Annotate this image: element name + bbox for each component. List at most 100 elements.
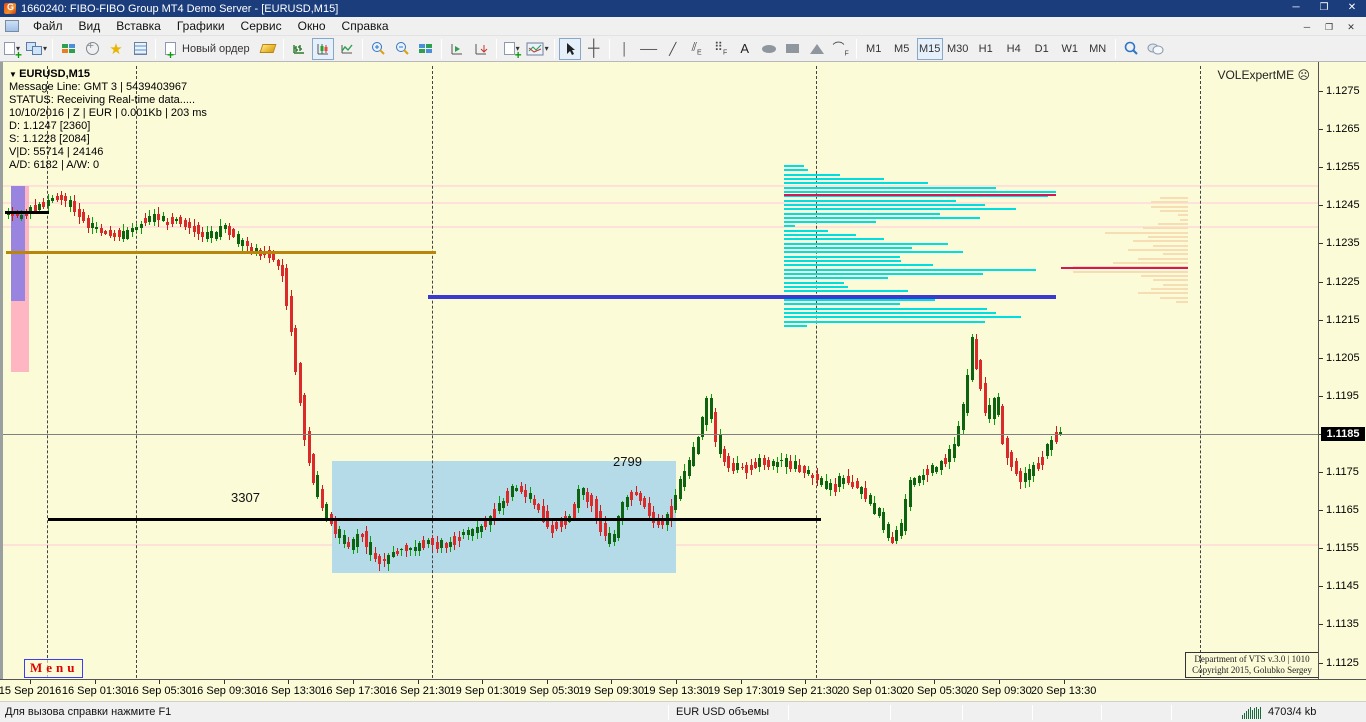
candlestick-chart-button[interactable] [311,37,334,60]
time-tick-label[interactable]: 20 Sep 13:30 [1022,685,1106,697]
time-tick-mark [740,680,742,684]
timeframe-W1[interactable]: W1 [1057,38,1083,60]
fibonacci-expansion-button[interactable]: ⌒F [830,38,852,60]
chart-close-button[interactable]: ✕ [1340,19,1362,34]
equidistant-channel-button[interactable]: ⫽E [686,38,708,60]
candle-body [776,461,779,467]
timeframe-M30[interactable]: M30 [945,38,971,60]
navigator-button[interactable]: ★ [105,38,127,60]
candle-body [484,520,487,528]
volume-bar-right [1141,274,1188,277]
chart-area[interactable]: ▼ EURUSD,M15 Message Line: GMT 3 | 54394… [0,62,1318,679]
candle-body [529,493,532,500]
volume-bar [784,186,996,189]
rectangle-button[interactable] [782,38,804,60]
timeframe-M15[interactable]: M15 [916,37,943,60]
chat-button[interactable] [1144,38,1166,60]
chart-shift-button[interactable] [470,38,492,60]
close-button[interactable]: ✕ [1338,0,1366,17]
time-tick-mark [611,680,613,684]
indicators-button[interactable]: + ▾ [501,38,523,61]
volume-bar-right [1073,270,1188,273]
menu-Справка[interactable]: Справка [334,17,397,35]
chart-symbol-label: EURUSD,M15 [19,68,91,80]
search-button[interactable] [1120,38,1142,60]
info-line: 10/10/2016 | Z | EUR | 0.001Kb | 203 ms [9,107,207,119]
chart-restore-button[interactable]: ❐ [1318,19,1340,34]
metaeditor-icon [259,44,277,53]
triangle-button[interactable] [806,38,828,60]
timeframe-M5[interactable]: M5 [889,38,915,60]
price-tick-label: 1.1215 [1326,313,1360,326]
candle-body [834,483,837,492]
candle-body [935,466,938,472]
candle-body [816,474,819,480]
text-button[interactable]: A [734,38,756,60]
timeframe-M1[interactable]: M1 [861,38,887,60]
fibonacci-retracement-button[interactable]: ⠿F [710,38,732,60]
candle-body [705,397,708,425]
timeframe-H1[interactable]: H1 [973,38,999,60]
status-symbol-cell[interactable]: EUR USD объемы [676,706,769,718]
chart-minimize-button[interactable]: ─ [1296,19,1318,34]
candle-body [308,430,311,464]
timeframe-H4[interactable]: H4 [1001,38,1027,60]
candle-body [807,470,810,475]
candle-body [626,496,629,508]
menu-Окно[interactable]: Окно [290,17,334,35]
candle-body [184,220,187,227]
zoom-in-button[interactable] [367,38,389,60]
line-chart-button[interactable] [336,38,358,60]
profiles-button[interactable]: ▾ [25,38,48,60]
cursor-button[interactable] [558,37,581,60]
tile-windows-button[interactable] [415,38,437,60]
price-tick-label: 1.1235 [1326,237,1360,250]
candle-body [754,462,757,468]
trendline-button[interactable]: ╱ [662,38,684,60]
new-chart-icon [3,42,15,55]
menu-Сервис[interactable]: Сервис [233,17,290,35]
timeframe-MN[interactable]: MN [1085,38,1111,60]
templates-button[interactable]: ▾ [525,38,550,60]
candle-body [772,460,775,466]
menu-Графики[interactable]: Графики [169,17,233,35]
metaeditor-button[interactable] [257,38,279,60]
candle-body [445,543,448,548]
time-axis[interactable]: 15 Sep 2016 16 Sep 01:30 16 Sep 05:30 16 Se… [0,679,1318,701]
price-axis[interactable]: 1.1275 1.1265 1.1255 1.1245 1.1235 1.1225 1.12… [1318,62,1366,679]
data-window-button[interactable]: + [81,38,103,60]
expert-menu-button[interactable]: Menu [24,659,83,678]
new-chart-button[interactable]: + ▾ [1,38,23,61]
chart-shift-icon [475,43,488,54]
horizontal-line-button[interactable]: ── [638,38,660,60]
faint-level-line [3,226,1318,228]
zoom-out-button[interactable] [391,38,413,60]
menu-Вставка[interactable]: Вставка [108,17,169,35]
ellipse-button[interactable] [758,38,780,60]
new-order-button[interactable]: + Новый ордер [160,38,255,61]
price-tick-mark [1319,472,1323,473]
volume-bar [784,307,987,310]
timeframe-D1[interactable]: D1 [1029,38,1055,60]
market-watch-button[interactable] [57,38,79,60]
candle-body [144,217,147,224]
terminal-button[interactable] [129,38,151,60]
candle-body [299,363,302,403]
chart-dropdown-icon[interactable]: ▼ [9,70,19,79]
candle-body [506,490,509,503]
price-tick-mark [1319,510,1323,512]
minimize-button[interactable]: ─ [1282,0,1310,17]
menu-Файл[interactable]: Файл [25,17,71,35]
price-tick-label: 1.1155 [1326,542,1359,555]
candle-body [87,218,90,229]
crosshair-icon: ┼ [588,39,600,57]
candle-body [476,527,479,533]
vertical-line-button[interactable]: │ [614,38,636,60]
crosshair-button[interactable]: ┼ [583,38,605,60]
bar-chart-button[interactable] [288,38,310,60]
auto-scroll-button[interactable] [446,38,468,60]
restore-button[interactable]: ❐ [1310,0,1338,17]
menu-Вид[interactable]: Вид [71,17,109,35]
chart-window-icon[interactable] [5,20,19,32]
candle-body [427,539,430,544]
